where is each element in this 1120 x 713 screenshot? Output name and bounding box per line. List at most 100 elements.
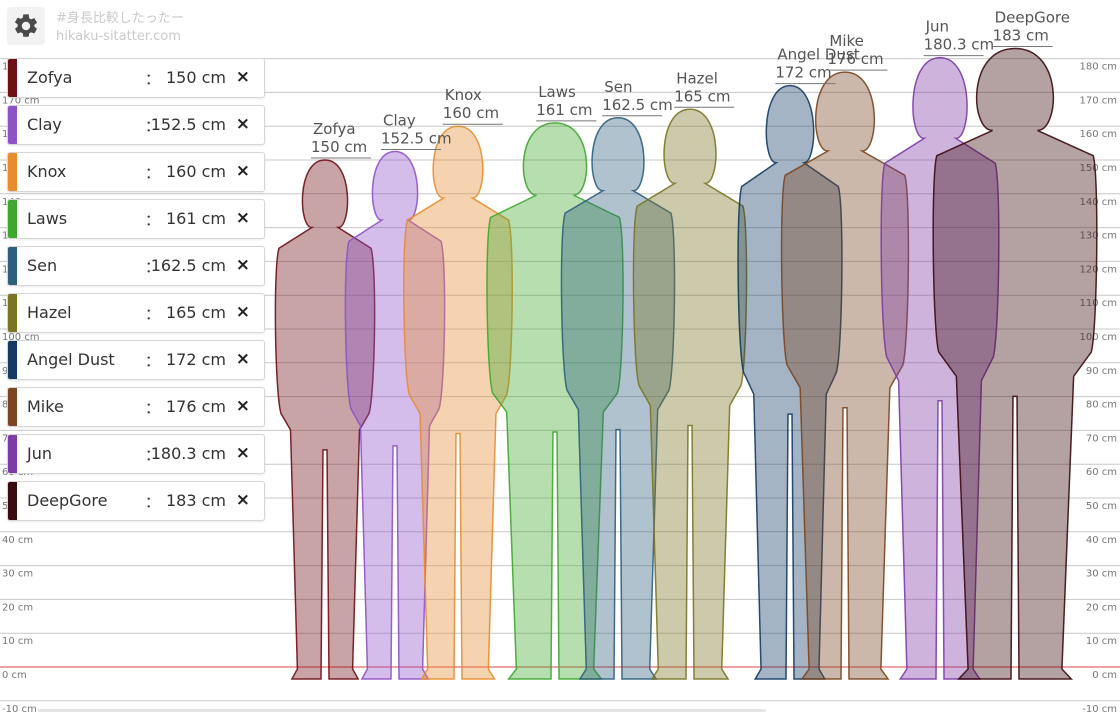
- character-name: Zofya: [27, 68, 73, 87]
- separator: ：: [145, 352, 161, 370]
- delete-character-button[interactable]: ×: [236, 255, 250, 275]
- delete-character-button[interactable]: ×: [236, 67, 250, 87]
- figure-height-label: 176 cm: [827, 50, 883, 68]
- y-tick-label-left: -10 cm: [2, 704, 37, 713]
- character-height: 183 cm: [165, 491, 226, 510]
- delete-character-button[interactable]: ×: [236, 349, 250, 369]
- character-name: Jun: [27, 444, 52, 463]
- figure-name-label: Mike: [829, 32, 864, 50]
- settings-button[interactable]: [7, 7, 45, 45]
- character-row[interactable]: Laws ： 161 cm ×: [7, 199, 265, 239]
- character-height: 160 cm: [165, 162, 226, 181]
- character-name: Laws: [27, 209, 68, 228]
- separator: ：: [145, 305, 161, 323]
- color-swatch: [8, 200, 17, 238]
- figure-name-label: Hazel: [676, 69, 718, 87]
- delete-character-button[interactable]: ×: [236, 161, 250, 181]
- character-height: 150 cm: [165, 68, 226, 87]
- character-row[interactable]: Zofya ： 150 cm ×: [7, 58, 265, 98]
- y-tick-label-right: 10 cm: [1086, 636, 1117, 647]
- delete-character-button[interactable]: ×: [236, 302, 250, 322]
- watermark-hashtag: #身長比較したったー: [56, 11, 184, 26]
- figure-name-label: Clay: [383, 112, 416, 130]
- horizontal-scrollbar[interactable]: [38, 709, 766, 712]
- character-name: Clay: [27, 115, 62, 134]
- y-tick-label-right: 0 cm: [1092, 670, 1117, 681]
- y-tick-label-left: 0 cm: [2, 670, 27, 681]
- character-height: 180.3 cm: [150, 444, 226, 463]
- y-tick-label-right: 50 cm: [1086, 501, 1117, 512]
- y-tick-label-right: -10 cm: [1082, 704, 1117, 713]
- delete-character-button[interactable]: ×: [236, 396, 250, 416]
- figure-height-label: 165 cm: [674, 87, 730, 105]
- figure-height-label: 150 cm: [311, 138, 367, 156]
- y-tick-label-right: 60 cm: [1086, 467, 1117, 478]
- y-tick-label-left: 40 cm: [2, 535, 33, 546]
- figure-name-label: Sen: [604, 78, 632, 96]
- figure-height-label: 161 cm: [536, 101, 592, 119]
- y-tick-label-right: 40 cm: [1086, 535, 1117, 546]
- color-swatch: [8, 59, 17, 97]
- figure-name-label: Jun: [925, 18, 949, 36]
- character-row[interactable]: Mike ： 176 cm ×: [7, 387, 265, 427]
- y-tick-label-left: 20 cm: [2, 602, 33, 613]
- character-row[interactable]: Knox ： 160 cm ×: [7, 152, 265, 192]
- character-name: Angel Dust: [27, 350, 115, 369]
- color-swatch: [8, 341, 17, 379]
- color-swatch: [8, 388, 17, 426]
- color-swatch: [8, 482, 17, 520]
- color-swatch: [8, 294, 17, 332]
- gear-icon: [15, 14, 37, 37]
- separator: ：: [145, 399, 161, 417]
- y-tick-label-left: 10 cm: [2, 636, 33, 647]
- figure-name-label: Laws: [538, 83, 576, 101]
- figure-height-label: 162.5 cm: [602, 96, 673, 114]
- character-name: Mike: [27, 397, 64, 416]
- character-row[interactable]: Hazel ： 165 cm ×: [7, 293, 265, 333]
- delete-character-button[interactable]: ×: [236, 208, 250, 228]
- delete-character-button[interactable]: ×: [236, 443, 250, 463]
- height-comparison-stage: -10 cm -10 cm 0 cm 0 cm 10 cm 10 cm 20 cm 20 cm…: [0, 0, 1120, 713]
- separator: ：: [145, 70, 161, 88]
- character-row[interactable]: Clay ： 152.5 cm ×: [7, 105, 265, 145]
- character-row[interactable]: DeepGore ： 183 cm ×: [7, 481, 265, 521]
- y-tick-label-right: 20 cm: [1086, 602, 1117, 613]
- character-name: Knox: [27, 162, 67, 181]
- y-tick-label-right: 170 cm: [1079, 95, 1117, 106]
- y-tick-label-right: 80 cm: [1086, 400, 1117, 411]
- y-tick-label-right: 70 cm: [1086, 433, 1117, 444]
- color-swatch: [8, 247, 17, 285]
- figure-name-label: Knox: [445, 86, 482, 104]
- separator: ：: [145, 211, 161, 229]
- character-height: 165 cm: [165, 303, 226, 322]
- delete-character-button[interactable]: ×: [236, 114, 250, 134]
- character-list: Zofya ： 150 cm × Clay ： 152.5 cm × Knox …: [7, 58, 265, 528]
- character-height: 176 cm: [165, 397, 226, 416]
- character-height: 152.5 cm: [150, 115, 226, 134]
- character-height: 172 cm: [165, 350, 226, 369]
- figure-height-label: 183 cm: [993, 26, 1049, 44]
- y-tick-label-right: 160 cm: [1079, 129, 1117, 140]
- figure-height-label: 180.3 cm: [924, 36, 995, 54]
- y-tick-label-left: 30 cm: [2, 569, 33, 580]
- separator: ：: [145, 164, 161, 182]
- character-height: 162.5 cm: [150, 256, 226, 275]
- character-row[interactable]: Angel Dust ： 172 cm ×: [7, 340, 265, 380]
- figure-name-label: Zofya: [313, 120, 356, 138]
- color-swatch: [8, 106, 17, 144]
- figure-height-label: 152.5 cm: [381, 130, 452, 148]
- character-name: Hazel: [27, 303, 72, 322]
- site-watermark: #身長比較したったー hikaku-sitatter.com: [56, 10, 184, 46]
- character-row[interactable]: Jun ： 180.3 cm ×: [7, 434, 265, 474]
- character-row[interactable]: Sen ： 162.5 cm ×: [7, 246, 265, 286]
- separator: ：: [145, 493, 161, 511]
- y-tick-label-right: 180 cm: [1079, 62, 1117, 73]
- y-tick-label-right: 90 cm: [1086, 366, 1117, 377]
- delete-character-button[interactable]: ×: [236, 490, 250, 510]
- color-swatch: [8, 153, 17, 191]
- figure-height-label: 172 cm: [775, 64, 831, 82]
- character-name: DeepGore: [27, 491, 108, 510]
- color-swatch: [8, 435, 17, 473]
- figure-height-label: 160 cm: [443, 104, 499, 122]
- character-name: Sen: [27, 256, 58, 275]
